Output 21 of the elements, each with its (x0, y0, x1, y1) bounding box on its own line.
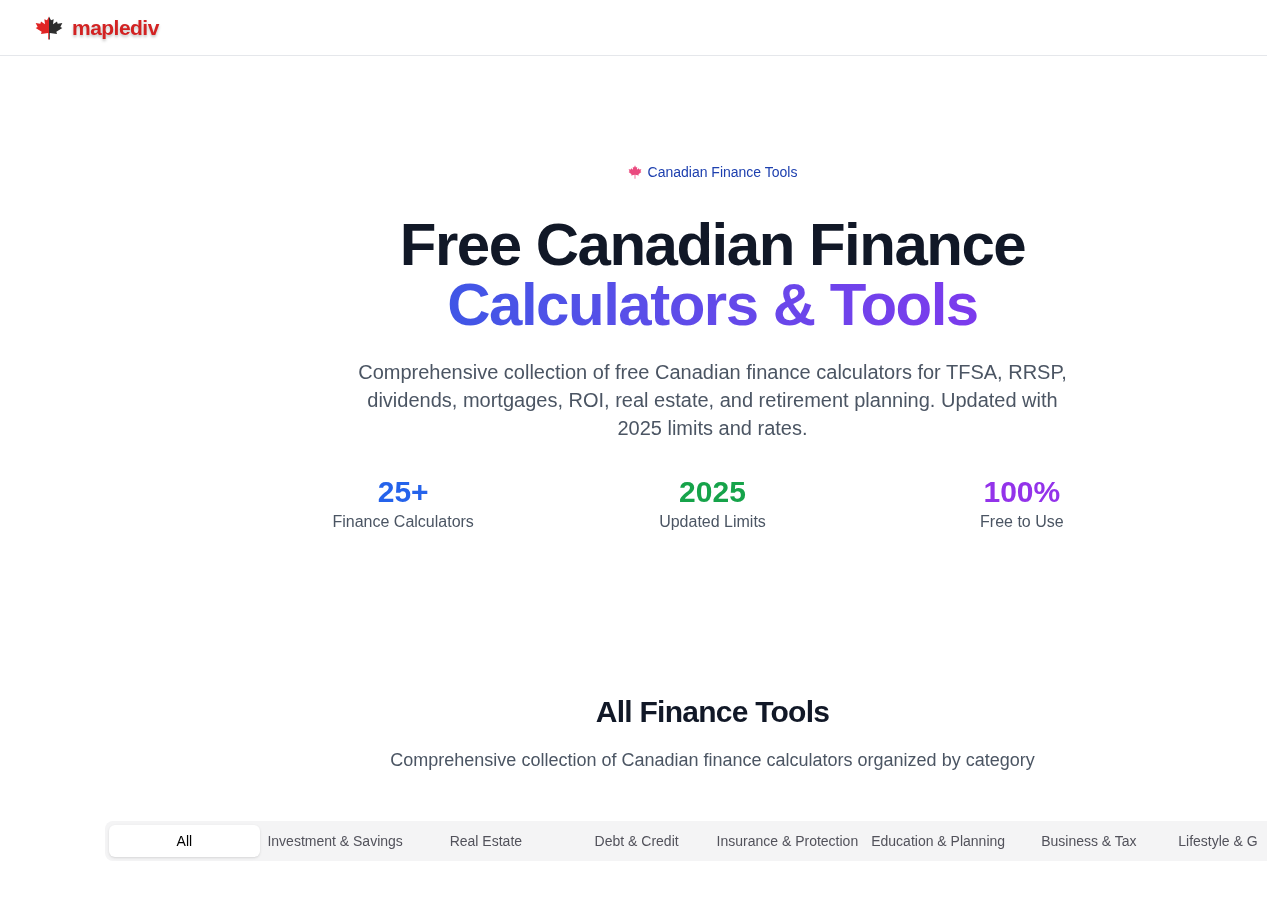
category-tab[interactable]: Debt & Credit (561, 825, 712, 857)
badge-text: Canadian Finance Tools (647, 163, 798, 182)
stat-value: 100% (983, 474, 1061, 510)
stat-value: 25+ (377, 474, 429, 510)
category-tab[interactable]: All (109, 825, 260, 857)
category-tab[interactable]: Investment & Savings (259, 825, 411, 857)
category-tab[interactable]: Real Estate (410, 825, 562, 857)
stat-label: Finance Calculators (332, 512, 474, 532)
maple-leaf-logo-icon (35, 15, 63, 40)
category-tab[interactable]: Business & Tax (1013, 825, 1165, 857)
stat-label: Updated Limits (659, 512, 766, 532)
category-tab[interactable]: Insurance & Protection (712, 825, 863, 857)
logo-text[interactable]: maplediv (72, 17, 159, 38)
hero-description: Comprehensive collection of free Canadian finance calculators for TFSA, RRSP, dividends, mortgages, ROI, real estate, and retirement planning. Updated with 2025 limits and rates. (357, 360, 1068, 441)
stat-value: 2025 (679, 474, 746, 510)
hero-title: Free Canadian Finance (399, 215, 1026, 275)
stat-label: Free to Use (980, 512, 1064, 532)
section-title: All Finance Tools (595, 694, 830, 730)
section-subtitle: Comprehensive collection of Canadian finance calculators organized by category (390, 749, 1035, 772)
category-tab[interactable]: Lifestyle & G (1164, 825, 1263, 857)
category-tab[interactable]: Education & Planning (862, 825, 1014, 857)
